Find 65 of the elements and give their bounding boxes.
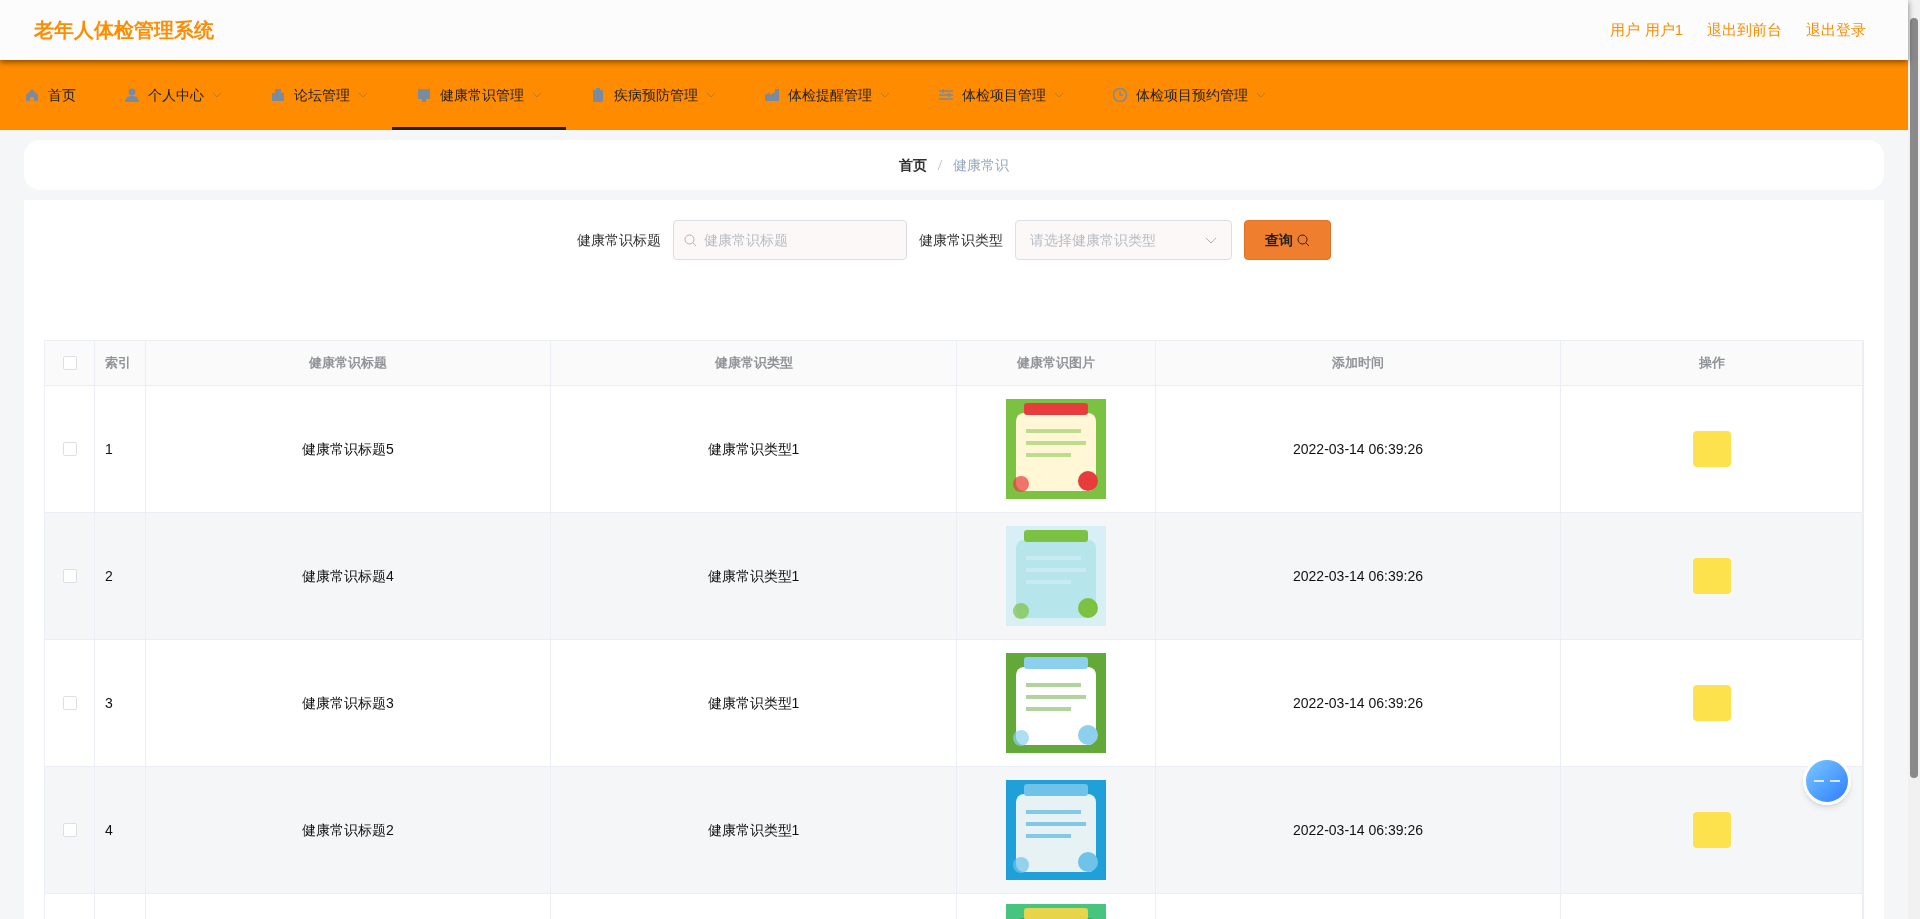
nav-item[interactable]: 首页 (14, 60, 100, 130)
dash-icon (1813, 779, 1841, 783)
action-button[interactable] (1692, 558, 1731, 594)
search-icon (1297, 233, 1310, 247)
nav-item[interactable]: 体检项目管理 (914, 60, 1088, 130)
table-cell-text: 2022-03-14 06:39:26 (1293, 693, 1423, 713)
table-cell-text: 2022-03-14 06:39:26 (1293, 566, 1423, 586)
nav-item[interactable]: 论坛管理 (246, 60, 392, 130)
column-header: 索引 (105, 354, 131, 373)
checkbox[interactable] (62, 569, 77, 583)
system-title: 老年人体检管理系统 (34, 18, 214, 43)
chevron-down-icon (532, 92, 542, 98)
table-cell-text: 健康常识类型1 (707, 439, 800, 459)
nav-item[interactable]: 疾病预防管理 (566, 60, 740, 130)
table-cell-text: 4 (105, 820, 113, 840)
column-header: 操作 (1698, 354, 1725, 373)
table-cell-text: 1 (105, 439, 113, 459)
action-button[interactable] (1692, 685, 1731, 721)
breadcrumb-item: 健康常识 (953, 155, 1009, 175)
table-cell-text: 健康常识类型1 (707, 820, 800, 840)
clock-icon (1112, 87, 1128, 103)
nav-item[interactable]: 个人中心 (100, 60, 246, 130)
breadcrumb-item[interactable]: 首页 (899, 154, 927, 176)
table-cell-text: 健康常识类型1 (707, 566, 800, 586)
board-icon (416, 87, 432, 103)
search-button[interactable]: 查询 (1244, 220, 1331, 260)
column-header: 健康常识标题 (309, 354, 387, 373)
nav-item[interactable]: 体检项目预约管理 (1088, 60, 1290, 130)
nav-item[interactable]: 体检提醒管理 (740, 60, 914, 130)
field-label: 健康常识类型 (919, 230, 1003, 250)
briefcase-icon (270, 87, 286, 103)
chevron-down-icon (1256, 92, 1266, 98)
table-cell-text: 3 (105, 693, 113, 713)
table-cell-text: 健康常识标题4 (302, 566, 394, 586)
column-header: 健康常识类型 (714, 354, 793, 373)
column-header: 健康常识图片 (1017, 354, 1095, 373)
table-cell-text: 健康常识类型1 (707, 693, 800, 713)
table-cell-text: 健康常识标题3 (302, 693, 394, 713)
field-label: 健康常识标题 (577, 230, 661, 250)
chevron-down-icon (1205, 236, 1217, 244)
breadcrumb-separator (937, 159, 943, 171)
checkbox[interactable] (62, 442, 77, 456)
user-icon (124, 87, 140, 103)
chevron-down-icon (880, 92, 890, 98)
table-cell-text: 2022-03-14 06:39:26 (1293, 820, 1423, 840)
action-button[interactable] (1692, 431, 1731, 467)
table-cell-text: 2022-03-14 06:39:26 (1293, 439, 1423, 459)
chevron-down-icon (706, 92, 716, 98)
home-icon (24, 87, 40, 103)
sliders-icon (938, 87, 954, 103)
checkbox[interactable] (62, 356, 77, 370)
table-cell-text: 健康常识标题5 (302, 439, 394, 459)
nav-item[interactable]: 健康常识管理 (392, 60, 566, 130)
column-header: 添加时间 (1332, 354, 1384, 373)
chevron-down-icon (212, 92, 222, 98)
clipboard-icon (590, 87, 606, 103)
action-button[interactable] (1692, 812, 1731, 848)
chevron-down-icon (358, 92, 368, 98)
checkbox[interactable] (62, 696, 77, 710)
table-cell-text: 健康常识标题2 (302, 820, 394, 840)
search-field[interactable]: 健康常识标题 (673, 220, 907, 260)
chevron-down-icon (1054, 92, 1064, 98)
search-icon (684, 234, 697, 247)
table-cell-text: 2 (105, 566, 113, 586)
checkbox[interactable] (62, 823, 77, 837)
